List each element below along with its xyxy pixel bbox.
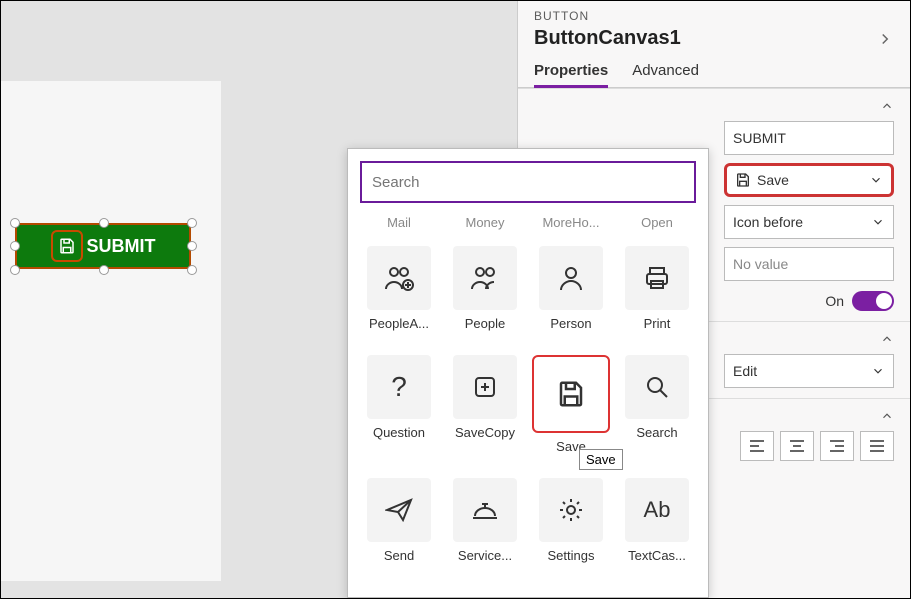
save-icon [735, 172, 751, 188]
icon-option-peopleadd[interactable]: PeopleA... [356, 246, 442, 331]
resize-handle[interactable] [99, 218, 109, 228]
textcase-icon: Ab [644, 497, 671, 523]
icon-option-servicebell[interactable]: Service... [442, 478, 528, 563]
icon-option-print[interactable]: Print [614, 246, 700, 331]
icon-dropdown[interactable]: Save [724, 163, 894, 197]
save-icon [556, 379, 586, 409]
align-justify-button[interactable] [860, 431, 894, 461]
people-icon [470, 265, 500, 291]
icon-option-textcase[interactable]: Ab TextCas... [614, 478, 700, 563]
expand-arrow-icon[interactable] [876, 30, 894, 48]
align-left-button[interactable] [740, 431, 774, 461]
novalue-text: No value [733, 256, 788, 272]
icon-option-search[interactable]: Search [614, 355, 700, 454]
section-collapse-icon[interactable] [880, 409, 894, 423]
print-icon [644, 265, 670, 291]
text-value: SUBMIT [733, 130, 786, 146]
layout-dropdown[interactable]: Icon before [724, 205, 894, 239]
layout-value: Icon before [733, 214, 803, 230]
save-icon [51, 230, 83, 262]
toggle-label: On [825, 293, 844, 309]
icon-option-settings[interactable]: Settings [528, 478, 614, 563]
savecopy-icon [472, 374, 498, 400]
resize-handle[interactable] [10, 241, 20, 251]
novalue-input[interactable]: No value [724, 247, 894, 281]
search-icon [644, 374, 670, 400]
align-center-button[interactable] [780, 431, 814, 461]
section-collapse-icon[interactable] [880, 99, 894, 113]
tab-advanced[interactable]: Advanced [632, 62, 699, 88]
align-right-button[interactable] [820, 431, 854, 461]
icon-option-more[interactable]: MoreHo... [528, 215, 614, 230]
control-type-label: BUTTON [534, 9, 894, 23]
icon-option-person[interactable]: Person [528, 246, 614, 331]
send-icon [385, 498, 413, 522]
icon-option-save[interactable]: Save [528, 355, 614, 454]
tooltip: Save [579, 449, 623, 470]
chevron-down-icon [871, 364, 885, 378]
question-icon: ? [391, 371, 407, 403]
displaymode-dropdown[interactable]: Edit [724, 354, 894, 388]
icon-option-savecopy[interactable]: SaveCopy [442, 355, 528, 454]
search-input-wrap[interactable] [360, 161, 696, 203]
resize-handle[interactable] [99, 265, 109, 275]
tab-properties[interactable]: Properties [534, 62, 608, 88]
gear-icon [558, 497, 584, 523]
visible-toggle[interactable] [852, 291, 894, 311]
people-add-icon [384, 265, 414, 291]
search-input[interactable] [372, 174, 684, 191]
icon-option-money[interactable]: Money [442, 215, 528, 230]
canvas-area: SUBMIT [1, 81, 221, 581]
chevron-down-icon [871, 215, 885, 229]
icon-picker-popup: Mail Money MoreHo... Open PeopleA... Peo… [347, 148, 709, 598]
submit-button-on-canvas[interactable]: SUBMIT [15, 223, 191, 269]
displaymode-value: Edit [733, 363, 757, 379]
section-collapse-icon[interactable] [880, 332, 894, 346]
resize-handle[interactable] [187, 265, 197, 275]
icon-option-question[interactable]: ? Question [356, 355, 442, 454]
control-name: ButtonCanvas1 [534, 27, 681, 50]
icon-option-open[interactable]: Open [614, 215, 700, 230]
canvas-button-label: SUBMIT [87, 236, 156, 257]
bell-icon [471, 498, 499, 522]
resize-handle[interactable] [10, 265, 20, 275]
icon-value: Save [757, 172, 789, 188]
resize-handle[interactable] [187, 218, 197, 228]
resize-handle[interactable] [10, 218, 20, 228]
icon-option-people[interactable]: People [442, 246, 528, 331]
icon-option-mail[interactable]: Mail [356, 215, 442, 230]
chevron-down-icon [869, 173, 883, 187]
resize-handle[interactable] [187, 241, 197, 251]
person-icon [558, 265, 584, 291]
text-input[interactable]: SUBMIT [724, 121, 894, 155]
icon-option-send[interactable]: Send [356, 478, 442, 563]
